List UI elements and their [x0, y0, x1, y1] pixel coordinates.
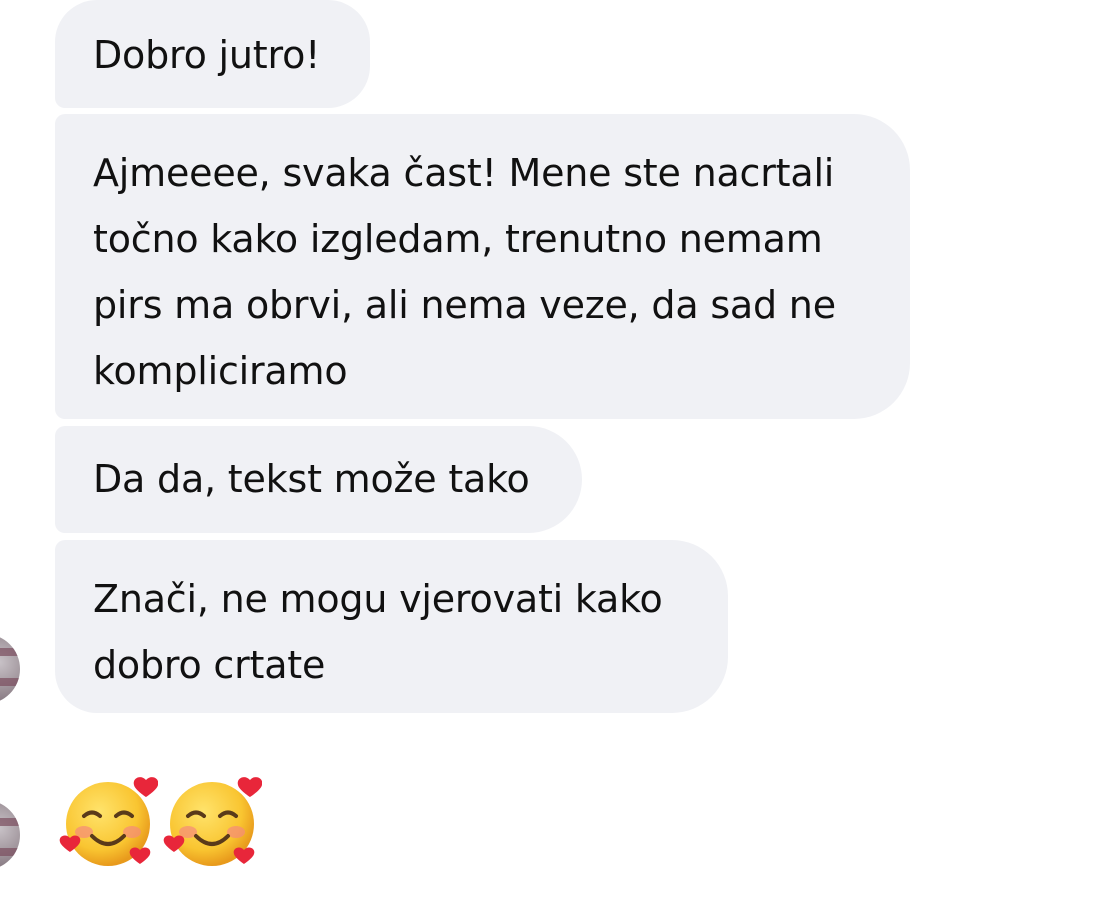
message-text: Dobro jutro!: [93, 33, 321, 77]
message-bubble[interactable]: Znači, ne mogu vjerovati kako dobro crta…: [55, 540, 728, 713]
sender-avatar[interactable]: [0, 634, 20, 704]
message-text: Da da, tekst može tako: [93, 457, 530, 501]
message-text: dobro crtate: [93, 643, 326, 687]
message-text: kompliciramo: [93, 349, 348, 393]
avatar-detail: [0, 648, 20, 656]
avatar-detail: [0, 848, 20, 856]
message-text: točno kako izgledam, trenutno nemam: [93, 217, 823, 261]
message-text: Ajmeeee, svaka čast! Mene ste nacrtali: [93, 151, 835, 195]
message-bubble[interactable]: Ajmeeee, svaka čast! Mene ste nacrtali t…: [55, 114, 910, 419]
smiling-face-with-hearts-icon: [163, 777, 262, 866]
avatar-detail: [0, 818, 20, 826]
sender-avatar[interactable]: [0, 800, 20, 870]
message-text: pirs ma obrvi, ali nema veze, da sad ne: [93, 283, 836, 327]
message-bubble[interactable]: Da da, tekst može tako: [55, 426, 582, 533]
avatar-detail: [0, 678, 20, 686]
message-bubble[interactable]: Dobro jutro!: [55, 0, 370, 108]
smiling-face-with-hearts-icon: [59, 777, 158, 866]
message-text: Znači, ne mogu vjerovati kako: [93, 577, 663, 621]
